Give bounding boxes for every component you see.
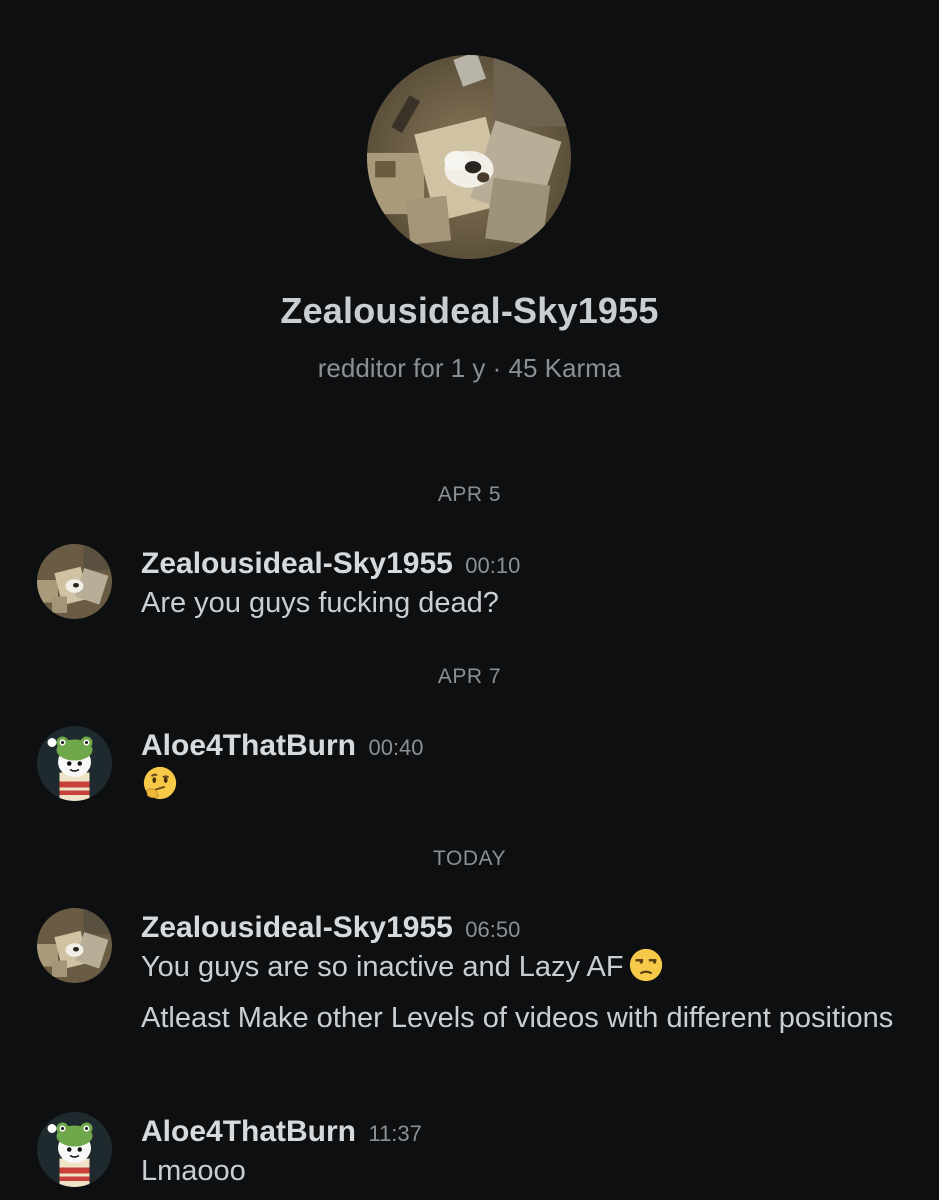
message-time: 00:40 xyxy=(368,735,424,760)
avatar[interactable] xyxy=(37,1112,112,1187)
date-separator: APR 5 xyxy=(437,483,502,506)
message-text-content: You guys are so inactive and Lazy AF xyxy=(141,951,624,983)
cat-photo-avatar-icon xyxy=(37,544,112,619)
profile-avatar[interactable] xyxy=(367,55,571,259)
message-body: Aloe4ThatBurn 11:37 Lmaooo xyxy=(141,1112,911,1190)
date-separator: APR 7 xyxy=(437,665,502,688)
cat-photo-avatar-icon xyxy=(37,908,112,983)
cat-photo-icon xyxy=(367,55,571,259)
avatar[interactable] xyxy=(37,726,112,801)
unamused-face-icon xyxy=(627,946,665,984)
snoo-frog-hat-avatar-icon xyxy=(37,1112,112,1187)
message-text: Lmaooo xyxy=(141,1155,246,1187)
message-header: Aloe4ThatBurn 11:37 xyxy=(141,1112,911,1152)
message-author[interactable]: Zealousideal-Sky1955 xyxy=(141,547,453,580)
message-body: Aloe4ThatBurn 00:40 xyxy=(141,726,911,805)
message-header: Aloe4ThatBurn 00:40 xyxy=(141,726,911,766)
avatar[interactable] xyxy=(37,908,112,983)
message-time: 00:10 xyxy=(465,553,521,578)
profile-username[interactable]: Zealousideal-Sky1955 xyxy=(0,290,939,332)
message-text: You guys are so inactive and Lazy AF xyxy=(141,948,911,987)
snoo-frog-hat-avatar-icon xyxy=(37,726,112,801)
message-header: Zealousideal-Sky1955 00:10 xyxy=(141,544,911,584)
profile-meta: redditor for 1 y · 45 Karma xyxy=(317,353,622,383)
message-text: Atleast Make other Levels of videos with… xyxy=(141,1002,894,1035)
message-author[interactable]: Aloe4ThatBurn xyxy=(141,729,356,762)
message-time: 06:50 xyxy=(465,917,521,942)
message-author[interactable]: Aloe4ThatBurn xyxy=(141,1115,356,1148)
date-separator: TODAY xyxy=(433,847,506,870)
message-body: Zealousideal-Sky1955 00:10 Are you guys … xyxy=(141,544,911,622)
message-body: Zealousideal-Sky1955 06:50 You guys are … xyxy=(141,908,911,1037)
message-header: Zealousideal-Sky1955 06:50 xyxy=(141,908,911,948)
message-author[interactable]: Zealousideal-Sky1955 xyxy=(141,911,453,944)
message-text xyxy=(141,766,911,805)
thinking-face-icon xyxy=(141,764,179,802)
message-time: 11:37 xyxy=(368,1121,422,1146)
message-text: Are you guys fucking dead? xyxy=(141,587,499,619)
avatar[interactable] xyxy=(37,544,112,619)
chat-screen: Zealousideal-Sky1955 redditor for 1 y · … xyxy=(0,0,939,1200)
